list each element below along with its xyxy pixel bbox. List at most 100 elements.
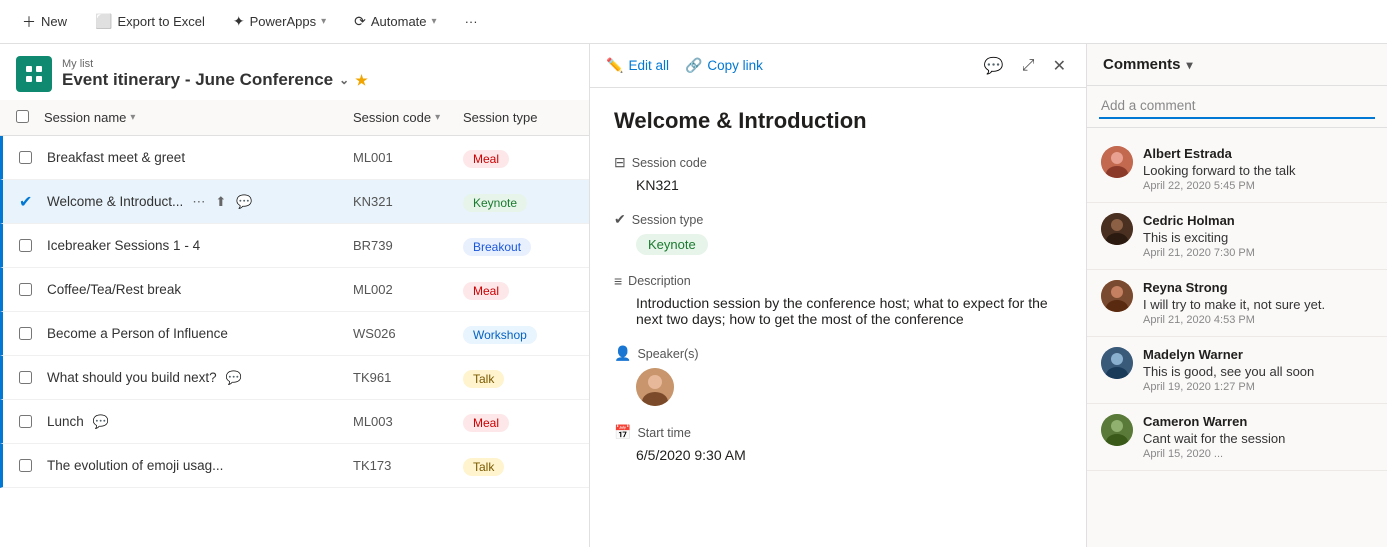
powerapps-button[interactable]: ✦ PowerApps ▾ xyxy=(227,9,332,34)
list-row[interactable]: The evolution of emoji usag... TK173 Tal… xyxy=(0,444,589,488)
checked-icon-2: ✔ xyxy=(19,192,32,212)
edit-all-label: Edit all xyxy=(628,58,669,73)
detail-toolbar-right: 💬 ⤢ ✕ xyxy=(980,52,1070,80)
close-detail-button[interactable]: ✕ xyxy=(1049,52,1070,80)
list-title-row: Event itinerary - June Conference ⌄ ★ xyxy=(62,70,368,90)
row-type-5: Workshop xyxy=(463,326,573,342)
badge-workshop-5: Workshop xyxy=(463,326,537,344)
comment-avatar-3 xyxy=(1101,280,1133,312)
row-comment-btn-2[interactable]: 💬 xyxy=(233,192,255,212)
detail-toolbar: ✏️ Edit all 🔗 Copy link 💬 ⤢ ✕ xyxy=(590,44,1086,88)
row-check-4[interactable] xyxy=(19,283,47,296)
comment-item: Albert Estrada Looking forward to the ta… xyxy=(1087,136,1387,203)
start-time-field: 📅 Start time 6/5/2020 9:30 AM xyxy=(614,424,1062,463)
comments-icon-button[interactable]: 💬 xyxy=(980,52,1008,80)
description-value: Introduction session by the conference h… xyxy=(614,295,1062,327)
col-code-label: Session code xyxy=(353,110,431,125)
row-check-2[interactable]: ✔ xyxy=(19,192,47,212)
list-row[interactable]: Coffee/Tea/Rest break ML002 Meal xyxy=(0,268,589,312)
more-button[interactable]: ··· xyxy=(459,10,484,33)
col-type-label: Session type xyxy=(463,110,537,125)
session-type-label: ✔ Session type xyxy=(614,211,1062,228)
row-check-6[interactable] xyxy=(19,371,47,384)
comment-body-4: Madelyn Warner This is good, see you all… xyxy=(1143,347,1373,393)
badge-keynote-2: Keynote xyxy=(463,194,527,212)
list-row[interactable]: Icebreaker Sessions 1 - 4 BR739 Breakout xyxy=(0,224,589,268)
comment-input[interactable] xyxy=(1099,94,1375,119)
export-icon: ⬜ xyxy=(95,13,112,30)
badge-talk-6: Talk xyxy=(463,370,504,388)
list-favorite-star[interactable]: ★ xyxy=(355,72,368,89)
automate-chevron: ▾ xyxy=(432,16,437,27)
edit-icon: ✏️ xyxy=(606,57,623,74)
row-code-6: TK961 xyxy=(353,370,463,385)
row-type-6: Talk xyxy=(463,370,573,386)
comments-header: Comments ▾ xyxy=(1087,44,1387,86)
copy-link-label: Copy link xyxy=(707,58,763,73)
list-row[interactable]: Become a Person of Influence WS026 Works… xyxy=(0,312,589,356)
copy-link-button[interactable]: 🔗 Copy link xyxy=(685,57,763,74)
comment-avatar-1 xyxy=(1101,146,1133,178)
comments-chevron[interactable]: ▾ xyxy=(1187,58,1193,72)
expand-button[interactable]: ⤢ xyxy=(1018,52,1039,80)
automate-icon: ⟳ xyxy=(354,13,366,30)
row-more-btn-2[interactable]: ⋯ xyxy=(189,192,208,212)
col-name-label: Session name xyxy=(44,110,126,125)
description-field: ≡ Description Introduction session by th… xyxy=(614,273,1062,327)
comment-body-2: Cedric Holman This is exciting April 21,… xyxy=(1143,213,1373,259)
row-code-2: KN321 xyxy=(353,194,463,209)
export-button[interactable]: ⬜ Export to Excel xyxy=(89,9,211,34)
session-code-value: KN321 xyxy=(614,177,1062,193)
row-comment-btn-6[interactable]: 💬 xyxy=(223,368,245,388)
comment-body-1: Albert Estrada Looking forward to the ta… xyxy=(1143,146,1373,192)
list-icon xyxy=(16,56,52,92)
list-row[interactable]: ✔ Welcome & Introduct... ⋯ ⬆ 💬 KN321 Key… xyxy=(0,180,589,224)
list-title-chevron[interactable]: ⌄ xyxy=(339,73,349,87)
row-name-4: Coffee/Tea/Rest break xyxy=(47,282,353,297)
row-check-8[interactable] xyxy=(19,459,47,472)
select-all-checkbox[interactable] xyxy=(16,110,29,123)
speaker-icon: 👤 xyxy=(614,345,631,362)
row-name-5: Become a Person of Influence xyxy=(47,326,353,341)
list-header: My list Event itinerary - June Conferenc… xyxy=(0,44,589,100)
calendar-icon: 📅 xyxy=(614,424,631,441)
list-panel: My list Event itinerary - June Conferenc… xyxy=(0,44,590,547)
comment-avatar-5 xyxy=(1101,414,1133,446)
list-rows: Breakfast meet & greet ML001 Meal ✔ Welc… xyxy=(0,136,589,547)
list-row[interactable]: What should you build next? 💬 TK961 Talk xyxy=(0,356,589,400)
col-code-header[interactable]: Session code ▾ xyxy=(353,110,463,125)
list-title: Event itinerary - June Conference xyxy=(62,70,333,90)
comments-panel: Comments ▾ Albert Estrada Looking forwar… xyxy=(1087,44,1387,547)
col-name-header[interactable]: Session name ▾ xyxy=(44,110,353,125)
comment-avatar-2 xyxy=(1101,213,1133,245)
row-check-3[interactable] xyxy=(19,239,47,252)
powerapps-label: PowerApps xyxy=(250,14,316,29)
list-row[interactable]: Lunch 💬 ML003 Meal xyxy=(0,400,589,444)
row-type-1: Meal xyxy=(463,150,573,166)
description-icon: ≡ xyxy=(614,273,622,289)
row-code-4: ML002 xyxy=(353,282,463,297)
list-row[interactable]: Breakfast meet & greet ML001 Meal xyxy=(0,136,589,180)
row-check-1[interactable] xyxy=(19,151,47,164)
badge-meal-4: Meal xyxy=(463,282,509,300)
row-name-6: What should you build next? 💬 xyxy=(47,368,353,388)
start-time-label: 📅 Start time xyxy=(614,424,1062,441)
comment-body-3: Reyna Strong I will try to make it, not … xyxy=(1143,280,1373,326)
row-type-2: Keynote xyxy=(463,194,573,210)
comment-item: Cedric Holman This is exciting April 21,… xyxy=(1087,203,1387,270)
comment-item: Reyna Strong I will try to make it, not … xyxy=(1087,270,1387,337)
comments-list: Albert Estrada Looking forward to the ta… xyxy=(1087,128,1387,547)
edit-all-button[interactable]: ✏️ Edit all xyxy=(606,57,669,74)
speaker-avatar xyxy=(636,368,674,406)
row-check-7[interactable] xyxy=(19,415,47,428)
automate-button[interactable]: ⟳ Automate ▾ xyxy=(348,9,442,34)
comment-item: Cameron Warren Cant wait for the session… xyxy=(1087,404,1387,471)
session-code-field: ⊟ Session code KN321 xyxy=(614,154,1062,193)
row-check-5[interactable] xyxy=(19,327,47,340)
row-type-3: Breakout xyxy=(463,238,573,254)
col-name-sort: ▾ xyxy=(130,112,135,123)
link-icon: 🔗 xyxy=(685,57,702,74)
new-button[interactable]: ＋ New xyxy=(16,8,73,36)
row-comment-btn-7[interactable]: 💬 xyxy=(90,412,112,432)
row-share-btn-2[interactable]: ⬆ xyxy=(212,192,229,212)
